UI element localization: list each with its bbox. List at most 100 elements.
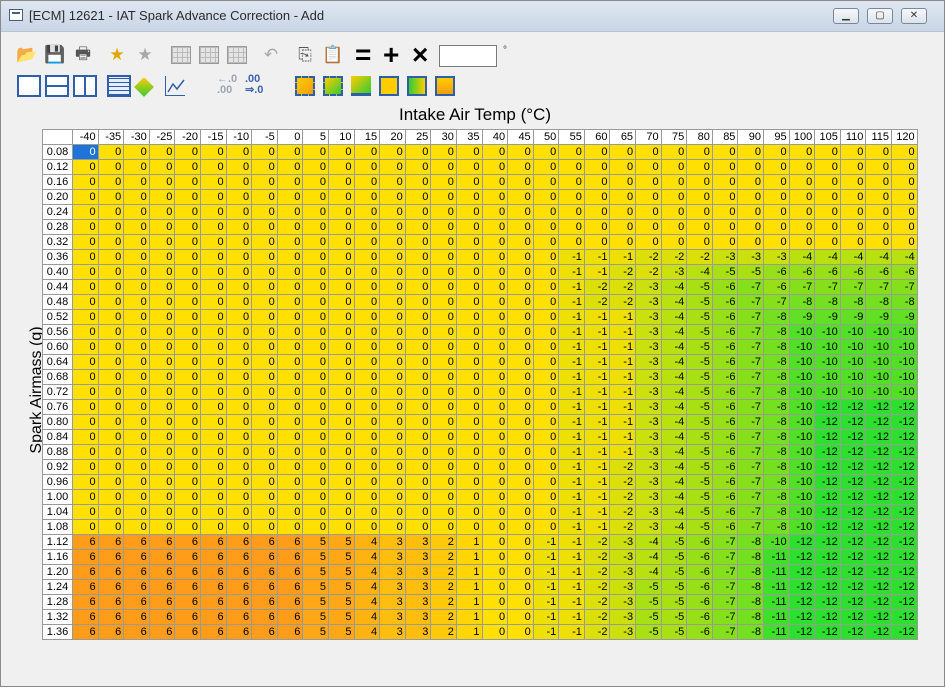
table-cell[interactable]: 6 [148,609,176,625]
table-cell[interactable]: 0 [123,444,150,460]
table-cell[interactable]: -10 [814,324,841,340]
table-cell[interactable]: -5 [686,354,713,370]
column-header[interactable]: 115 [865,129,892,145]
table-cell[interactable]: -10 [814,369,841,385]
table-cell[interactable]: 0 [148,444,176,460]
table-cell[interactable]: 0 [660,174,688,190]
table-cell[interactable]: -10 [788,489,816,505]
table-cell[interactable]: 0 [507,459,534,475]
table-cell[interactable]: -1 [583,459,611,475]
table-cell[interactable]: 6 [97,609,125,625]
table-cell[interactable]: 0 [302,429,329,445]
table-cell[interactable]: 0 [481,234,509,250]
table-cell[interactable]: -3 [711,249,739,265]
table-cell[interactable]: 0 [72,294,99,310]
table-cell[interactable]: 0 [327,504,355,520]
table-cell[interactable]: 5 [327,579,355,595]
save-icon[interactable]: 💾 [43,43,67,67]
table-cell[interactable]: 0 [302,459,329,475]
table-cell[interactable]: 6 [199,594,227,610]
table-cell[interactable]: -1 [609,324,637,340]
table-cell[interactable]: -5 [686,294,713,310]
table-cell[interactable]: 6 [199,609,227,625]
table-cell[interactable]: 6 [123,534,150,550]
table-cell[interactable]: 0 [481,489,509,505]
table-cell[interactable]: -6 [711,399,739,415]
table-cell[interactable]: 0 [430,189,457,205]
table-cell[interactable]: -3 [635,459,662,475]
table-cell[interactable]: 0 [379,264,406,280]
table-cell[interactable]: 0 [891,159,918,175]
table-cell[interactable]: 0 [532,219,560,235]
interpolate-vertical-icon[interactable] [435,76,455,96]
table-cell[interactable]: 0 [199,429,227,445]
table-cell[interactable]: 0 [174,204,201,220]
table-cell[interactable]: 0 [225,144,253,160]
column-header[interactable]: 50 [532,129,560,145]
table-cell[interactable]: -12 [814,624,841,640]
table-cell[interactable]: 0 [379,519,406,535]
table-cell[interactable]: 0 [532,189,560,205]
table-cell[interactable]: -3 [609,609,637,625]
table-cell[interactable]: 6 [148,579,176,595]
table-cell[interactable]: 0 [174,474,201,490]
table-cell[interactable]: 0 [251,474,278,490]
table-cell[interactable]: 0 [199,189,227,205]
table-cell[interactable]: 0 [404,249,432,265]
table-cell[interactable]: 0 [507,264,534,280]
table-cell[interactable]: -12 [814,474,841,490]
table-cell[interactable]: 6 [97,549,125,565]
table-cell[interactable]: 0 [225,369,253,385]
table-cell[interactable]: -1 [558,594,585,610]
table-cell[interactable]: -8 [763,324,790,340]
open-icon[interactable]: 📂 [15,43,39,67]
table-cell[interactable]: 0 [148,204,176,220]
table-cell[interactable]: 0 [430,354,457,370]
table-cell[interactable]: 0 [404,324,432,340]
table-cell[interactable]: 0 [455,144,483,160]
table-cell[interactable]: 0 [737,174,765,190]
table-cell[interactable]: 0 [481,294,509,310]
table-cell[interactable]: 0 [174,324,201,340]
table-cell[interactable]: 6 [72,609,99,625]
table-cell[interactable]: 0 [635,204,662,220]
table-cell[interactable]: 0 [455,324,483,340]
table-cell[interactable]: 0 [507,219,534,235]
table-cell[interactable]: -12 [814,534,841,550]
table-cell[interactable]: -3 [635,444,662,460]
table-cell[interactable]: 0 [532,414,560,430]
table-cell[interactable]: -12 [788,594,816,610]
table-cell[interactable]: 4 [353,579,381,595]
table-cell[interactable]: -12 [865,444,892,460]
row-header[interactable]: 0.12 [42,159,73,175]
table-cell[interactable]: 0 [430,369,457,385]
table-cell[interactable]: -3 [635,339,662,355]
table-cell[interactable]: -10 [839,369,867,385]
table-cell[interactable]: 0 [123,189,150,205]
table-cell[interactable]: 0 [97,519,125,535]
table-cell[interactable]: -12 [814,444,841,460]
row-header[interactable]: 0.92 [42,459,73,475]
table-cell[interactable]: -9 [788,309,816,325]
table-cell[interactable]: -12 [891,624,918,640]
table-cell[interactable]: -1 [609,339,637,355]
table-cell[interactable]: 0 [891,144,918,160]
table-cell[interactable]: 0 [123,279,150,295]
table-cell[interactable]: 0 [532,339,560,355]
table-cell[interactable]: 0 [404,174,432,190]
table-cell[interactable]: 0 [507,474,534,490]
table-cell[interactable]: -1 [532,594,560,610]
table-cell[interactable]: 0 [72,159,99,175]
table-cell[interactable]: -1 [609,384,637,400]
table-cell[interactable]: 6 [148,549,176,565]
table-cell[interactable]: -12 [865,429,892,445]
table-cell[interactable]: 0 [276,234,304,250]
table-cell[interactable]: 6 [97,594,125,610]
table-cell[interactable]: 0 [97,474,125,490]
table-cell[interactable]: 0 [327,354,355,370]
table-cell[interactable]: 0 [404,279,432,295]
table-cell[interactable]: 0 [430,444,457,460]
table-cell[interactable]: 0 [455,339,483,355]
table-cell[interactable]: -5 [711,264,739,280]
table-cell[interactable]: 0 [97,324,125,340]
